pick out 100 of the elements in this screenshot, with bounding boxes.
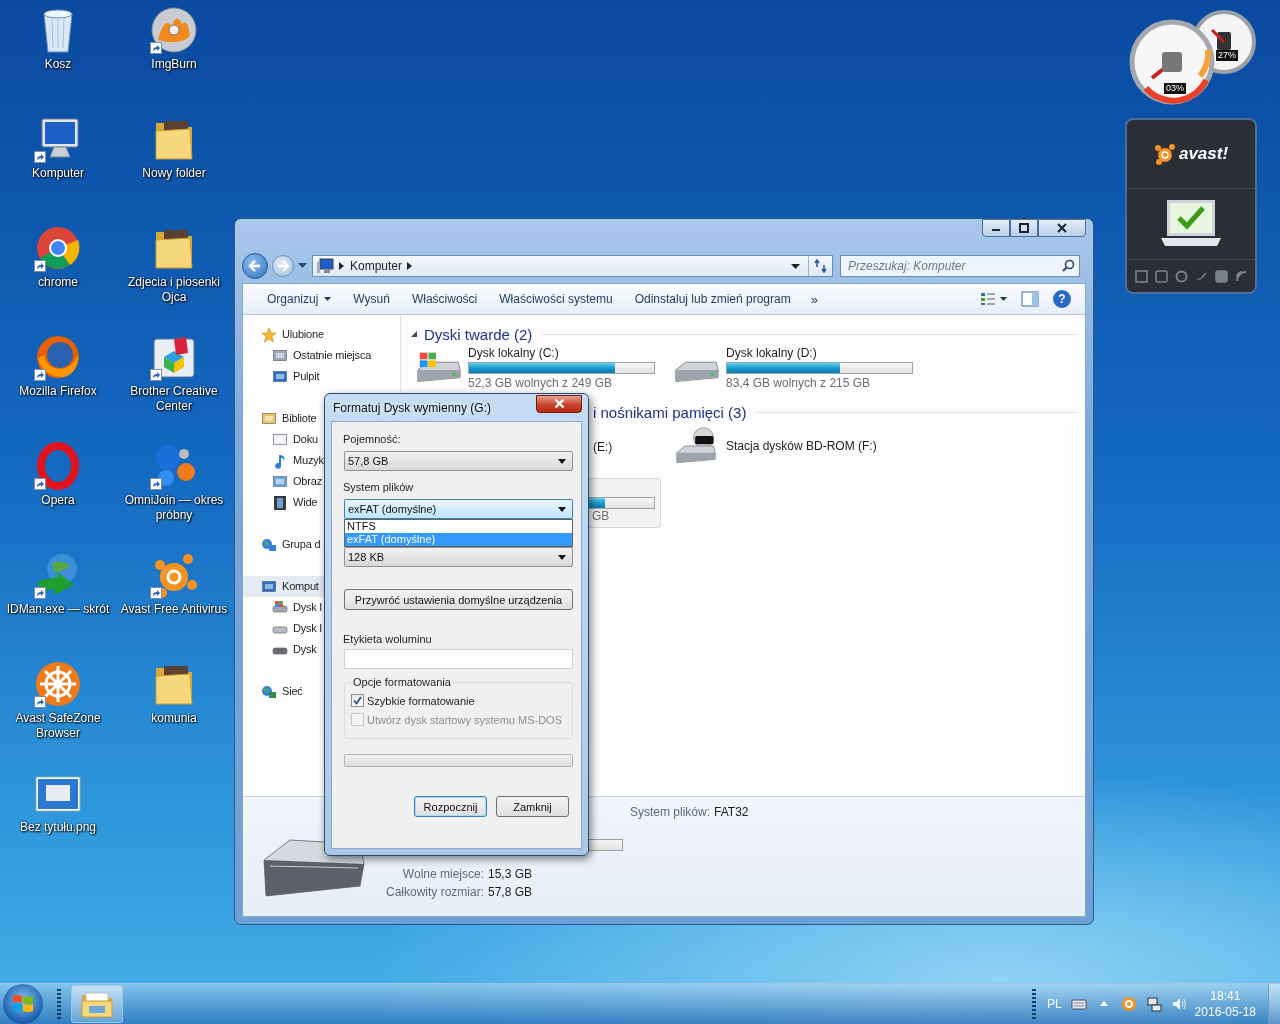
drive-name[interactable]: Stacja dysków BD-ROM (F:) <box>726 439 877 453</box>
navigation-item[interactable]: Dysk l <box>243 597 325 618</box>
field-label: Etykieta woluminu <box>343 632 433 646</box>
keyboard-icon[interactable] <box>1070 996 1087 1012</box>
icon-label[interactable]: komunia <box>118 711 230 726</box>
help-icon: ? <box>1053 290 1071 308</box>
property-label: System plików: <box>630 805 711 821</box>
refresh-icon[interactable] <box>1174 269 1188 283</box>
icon-label[interactable]: Komputer <box>2 166 114 181</box>
allocation-size-dropdown[interactable]: 128 KB <box>344 547 573 567</box>
start-button[interactable] <box>3 984 43 1024</box>
icon-label[interactable]: ImgBurn <box>118 57 230 72</box>
maximize-button[interactable] <box>1010 219 1038 237</box>
drive-name[interactable]: Dysk lokalny (D:) <box>726 346 913 360</box>
close-button[interactable] <box>536 394 582 413</box>
chevron-icon[interactable] <box>407 262 414 270</box>
ring-icon[interactable] <box>34 442 82 490</box>
forward-arrow-icon <box>276 259 290 273</box>
memory-usage-readout: 27% <box>1216 50 1238 61</box>
checkbox[interactable] <box>351 694 364 707</box>
file-system-dropdown[interactable]: exFAT (domyślne) <box>344 499 573 519</box>
navigation-item[interactable]: Dysk l <box>243 618 325 639</box>
desktop-icon <box>272 368 288 385</box>
navigation-item[interactable]: Ostatnie miejsca <box>243 345 372 366</box>
breadcrumb-item[interactable]: Komputer <box>350 259 403 273</box>
fox-globe-icon[interactable] <box>34 333 82 381</box>
icon-label[interactable]: Kosz <box>2 57 114 72</box>
picture-icon <box>272 473 288 490</box>
icon-label[interactable]: IDMan.exe — skrót <box>2 602 114 617</box>
navigation-item[interactable]: Grupa d <box>243 534 325 555</box>
window-icon[interactable] <box>1134 269 1148 283</box>
dropdown-option[interactable]: NTFS <box>345 520 572 533</box>
toolbar-command[interactable]: Organizuj <box>257 288 342 310</box>
capacity-dropdown[interactable]: 57,8 GB <box>344 451 573 471</box>
toolbar-command[interactable]: Właściwości <box>401 288 488 310</box>
drive-name[interactable]: Dysk lokalny (C:) <box>468 346 655 360</box>
icon-label[interactable]: Zdjecia i piosenki Ojca <box>118 275 230 305</box>
computer-icon <box>261 578 277 595</box>
toolbar-command[interactable]: Odinstaluj lub zmień program <box>624 288 801 310</box>
recent-places-icon <box>272 347 288 364</box>
search-field[interactable]: Przeszukaj: Komputer <box>840 255 1080 277</box>
ring-logo-icon[interactable] <box>1120 996 1137 1012</box>
icon-label[interactable]: chrome <box>2 275 114 290</box>
icon-label[interactable]: Mozilla Firefox <box>2 384 114 399</box>
icon-label[interactable]: Nowy folder <box>118 166 230 181</box>
maximize-icon <box>1019 223 1029 233</box>
help-button[interactable]: ? <box>1047 288 1077 310</box>
more-commands[interactable]: » <box>802 291 826 307</box>
navigation-item[interactable]: Wide <box>243 492 325 513</box>
icon-label[interactable]: Avast SafeZone Browser <box>2 711 114 741</box>
toolbar-command[interactable]: Właściwości systemu <box>489 288 623 310</box>
square-icon[interactable] <box>1154 269 1168 283</box>
navigation-item[interactable]: Doku <box>243 429 325 450</box>
navigation-item[interactable]: Dysk <box>243 639 325 660</box>
navigation-item[interactable]: Ulubione <box>243 324 325 345</box>
icon-label[interactable]: Avast Free Antivirus <box>118 602 230 617</box>
group-title: Opcje formatowania <box>351 675 453 689</box>
network-icon[interactable] <box>1145 996 1162 1012</box>
speaker-icon[interactable] <box>1170 996 1187 1012</box>
icon-label[interactable]: OmniJoin — okres próbny <box>118 493 230 523</box>
minimize-button[interactable] <box>982 219 1010 237</box>
windows-logo-icon <box>12 994 34 1014</box>
navigation-item[interactable]: Muzyk <box>243 450 325 471</box>
close-button[interactable] <box>1038 219 1086 237</box>
caret-icon <box>558 506 566 512</box>
ship-wheel-icon[interactable] <box>34 660 82 708</box>
icon-label[interactable]: Opera <box>2 493 114 508</box>
property-value: FAT32 <box>714 805 749 821</box>
dialog-button[interactable]: Rozpocznij <box>414 796 487 817</box>
address-bar[interactable]: Komputer <box>312 255 833 277</box>
dialog-button[interactable]: Zamknij <box>496 796 569 817</box>
folder-icon <box>261 410 277 427</box>
disc-icon[interactable] <box>150 6 198 54</box>
free-space-text: GB <box>591 509 611 523</box>
date-text: 2016-05-18 <box>1194 1004 1256 1020</box>
caret-icon <box>324 297 332 301</box>
feed-icon[interactable] <box>1234 269 1248 283</box>
chevron-icon[interactable] <box>339 262 345 270</box>
back-button[interactable] <box>242 253 268 279</box>
field-label: System plików <box>343 480 415 494</box>
navigation-item[interactable]: Obraz <box>243 471 325 492</box>
restore-defaults-button[interactable]: Przywróć ustawienia domyślne urządzenia <box>344 589 573 610</box>
drive-name[interactable]: (E:) <box>593 440 613 454</box>
navigation-item[interactable]: Bibliote <box>243 408 325 429</box>
star-icon <box>261 326 277 343</box>
caret-icon <box>558 554 566 560</box>
property-value: 15,3 GB <box>488 867 534 881</box>
time-text: 18:41 <box>1210 988 1241 1004</box>
toolbar-command[interactable]: Wysuń <box>343 288 400 310</box>
volume-label-field[interactable] <box>344 649 573 669</box>
navigation-item[interactable]: Komput <box>243 576 325 597</box>
icon-label[interactable]: Brother Creative Center <box>118 384 230 414</box>
tricolor-circle-icon[interactable] <box>34 224 82 272</box>
navigation-item[interactable]: Pulpit <box>243 366 325 387</box>
forward-button[interactable] <box>272 255 294 277</box>
navigation-item[interactable]: Sieć <box>243 681 325 702</box>
taskbar-button[interactable] <box>71 985 123 1023</box>
collapse-arrow-icon[interactable] <box>410 330 418 338</box>
close-icon <box>1057 223 1067 233</box>
drive-icon <box>272 599 288 616</box>
